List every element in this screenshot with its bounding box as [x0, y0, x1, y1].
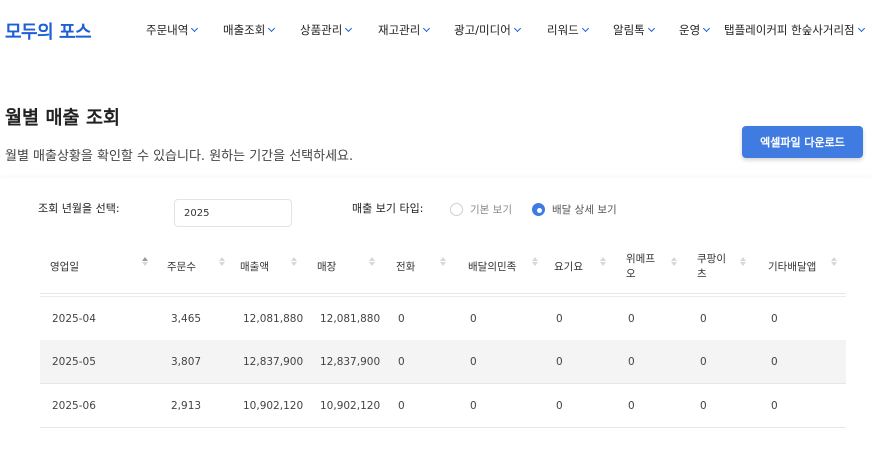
column-header-wemakeprice[interactable]: 위메프 오 [626, 240, 655, 294]
column-header-yogiyo[interactable]: 요기요 [554, 240, 583, 294]
app-logo[interactable]: 모두의 포스 [5, 18, 92, 44]
sort-icon[interactable] [831, 257, 837, 266]
excel-download-button[interactable]: 엑셀파일 다운로드 [742, 126, 863, 158]
store-selector[interactable]: 탭플레이커피 한숲사거리점 [724, 22, 865, 38]
sort-icon[interactable] [369, 257, 375, 266]
chevron-down-icon [513, 24, 521, 33]
column-header-store[interactable]: 매장 [317, 240, 336, 294]
chevron-down-icon [647, 24, 655, 33]
chevron-down-icon [857, 24, 865, 33]
nav-operations[interactable]: 운영 [679, 22, 724, 38]
radio-selected-icon [532, 203, 545, 216]
nav-product-management[interactable]: 상품관리 [300, 22, 378, 38]
column-header-phone[interactable]: 전화 [396, 240, 415, 294]
column-header-coupang-eats[interactable]: 쿠팡이 츠 [697, 240, 726, 294]
page-title: 월별 매출 조회 [5, 108, 121, 129]
nav-order-history[interactable]: 주문내역 [146, 22, 223, 38]
column-header-order-count[interactable]: 주문수 [167, 240, 196, 294]
top-navigation-bar: 모두의 포스 주문내역 매출조회 상품관리 재고관리 광고/미디어 리워드 알림… [0, 0, 874, 62]
nav-alimtalk[interactable]: 알림톡 [613, 22, 679, 38]
sort-icon[interactable] [671, 257, 677, 266]
table-row[interactable]: 2025-06 2,913 10,902,120 10,902,120 0 0 … [40, 384, 846, 428]
year-month-input[interactable] [174, 199, 292, 227]
main-nav: 주문내역 매출조회 상품관리 재고관리 광고/미디어 리워드 알림톡 운영 [146, 22, 724, 38]
page-subtitle: 월별 매출상황을 확인할 수 있습니다. 원하는 기간을 선택하세요. [5, 149, 354, 164]
sort-icon[interactable] [532, 257, 538, 266]
column-header-baemin[interactable]: 배달의민족 [468, 240, 516, 294]
column-header-sales-amount[interactable]: 매출액 [240, 240, 269, 294]
chevron-down-icon [345, 24, 353, 33]
chevron-down-icon [423, 24, 431, 33]
sort-icon[interactable] [291, 257, 297, 266]
column-header-business-date[interactable]: 영업일 [50, 240, 79, 294]
table-header: 영업일 주문수 매출액 매장 전화 배달의민족 요기요 위메프 오 쿠팡이 츠 … [40, 240, 846, 294]
sort-icon[interactable] [600, 257, 606, 266]
radio-delivery-detail-view[interactable]: 배달 상세 보기 [532, 202, 617, 217]
chevron-down-icon [268, 24, 276, 33]
sort-icon[interactable] [219, 257, 225, 266]
table-row[interactable]: 2025-04 3,465 12,081,880 12,081,880 0 0 … [40, 297, 846, 341]
table-row[interactable]: 2025-05 3,807 12,837,900 12,837,900 0 0 … [40, 340, 846, 384]
view-type-label: 매출 보기 타입: [352, 202, 424, 215]
chevron-down-icon [581, 24, 589, 33]
nav-ads-media[interactable]: 광고/미디어 [454, 22, 547, 38]
sort-icon[interactable] [142, 257, 148, 266]
year-month-label: 조회 년월을 선택: [38, 202, 120, 215]
nav-sales-inquiry[interactable]: 매출조회 [223, 22, 300, 38]
sort-icon[interactable] [740, 257, 746, 266]
nav-inventory-management[interactable]: 재고관리 [378, 22, 454, 38]
chevron-down-icon [191, 24, 199, 33]
column-header-other-delivery[interactable]: 기타배달앱 [768, 240, 816, 294]
radio-circle-icon [450, 203, 463, 216]
radio-basic-view[interactable]: 기본 보기 [450, 202, 512, 217]
sort-icon[interactable] [440, 257, 446, 266]
nav-rewards[interactable]: 리워드 [547, 22, 613, 38]
chevron-down-icon [703, 24, 711, 33]
